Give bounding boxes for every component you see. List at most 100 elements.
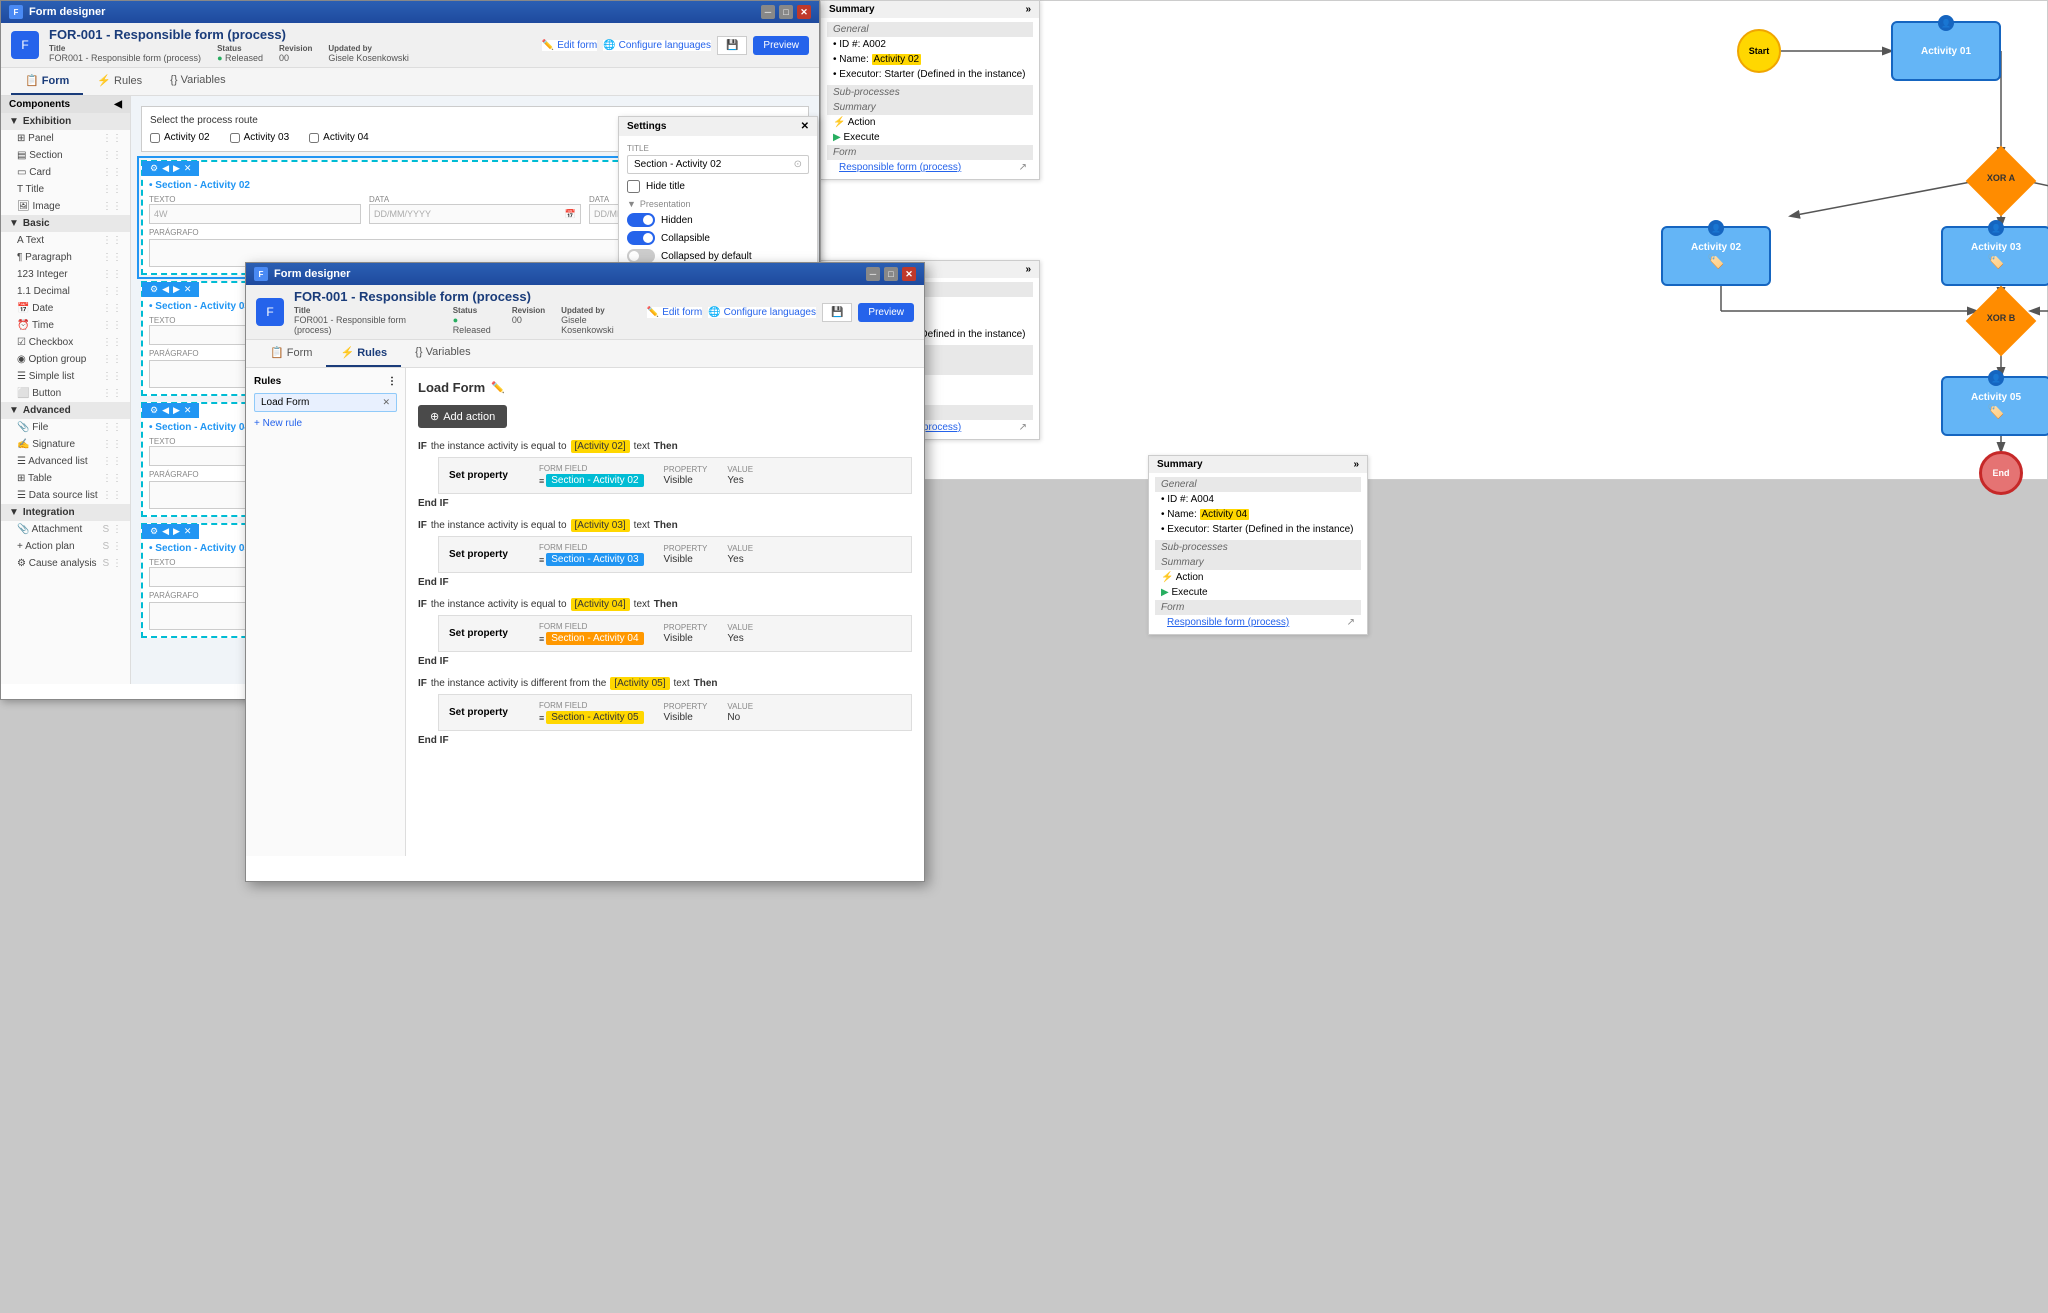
sidebar-item-cause-analysis[interactable]: ⚙ Cause analysisS ⋮ xyxy=(1,555,130,572)
rules-title-icon: F xyxy=(254,267,268,281)
sidebar-item-integer[interactable]: 123 Integer⋮⋮ xyxy=(1,266,130,283)
main-titlebar: F Form designer ─ □ ✕ xyxy=(1,1,819,23)
summary-id-a004: • ID #: A004 xyxy=(1155,492,1361,507)
sidebar-item-paragraph[interactable]: ¶ Paragraph⋮⋮ xyxy=(1,249,130,266)
maximize-button[interactable]: □ xyxy=(779,5,793,19)
summary-form-label-a004: Form xyxy=(1155,600,1361,615)
rule-block-05: IF the instance activity is different fr… xyxy=(418,677,912,746)
main-title-text: Form designer xyxy=(29,6,105,18)
preview-btn[interactable]: Preview xyxy=(753,36,809,55)
sidebar-item-button[interactable]: ⬜ Button⋮⋮ xyxy=(1,385,130,402)
rules-maximize-button[interactable]: □ xyxy=(884,267,898,281)
summary-expand-icon[interactable]: » xyxy=(1025,4,1031,15)
rules-tab-rules[interactable]: ⚡ Rules xyxy=(326,340,401,367)
settings-title-value: Section - Activity 02 xyxy=(634,159,721,170)
form-id-label: FOR-001 - Responsible form (process) xyxy=(49,27,532,42)
route-option-02[interactable]: Activity 02 xyxy=(150,132,210,143)
sidebar-item-checkbox[interactable]: ☑ Checkbox⋮⋮ xyxy=(1,334,130,351)
summary-expand-icon-a004[interactable]: » xyxy=(1353,459,1359,470)
sidebar-item-simple-list[interactable]: ☰ Simple list⋮⋮ xyxy=(1,368,130,385)
chevron-down-icon: ▼ xyxy=(9,116,19,127)
settings-hide-title[interactable]: Hide title xyxy=(627,180,809,193)
sidebar-item-attachment[interactable]: 📎 AttachmentS ⋮ xyxy=(1,521,130,538)
activity05-box[interactable]: 👤 Activity 05 🏷️ xyxy=(1941,376,2048,436)
summary-general-label: General xyxy=(827,22,1033,37)
rules-edit-form-btn[interactable]: ✏️Edit form xyxy=(647,307,702,318)
rule-block-02: IF the instance activity is equal to [Ac… xyxy=(418,440,912,509)
activity02-box[interactable]: 👤 Activity 02 🏷️ xyxy=(1661,226,1771,286)
sidebar-item-signature[interactable]: ✍ Signature⋮⋮ xyxy=(1,436,130,453)
rule-item-close-icon[interactable]: ✕ xyxy=(382,397,390,408)
hidden-toggle[interactable] xyxy=(627,213,655,227)
rules-minimize-button[interactable]: ─ xyxy=(866,267,880,281)
save-btn[interactable]: 💾 xyxy=(717,36,747,55)
rules-configure-lang-btn[interactable]: 🌐Configure languages xyxy=(708,307,816,318)
collapsible-toggle[interactable] xyxy=(627,231,655,245)
summary-id-a002: • ID #: A002 xyxy=(827,37,1033,52)
rules-tab-variables[interactable]: {} Variables xyxy=(401,340,484,367)
revision-meta: Revision00 xyxy=(279,44,312,63)
components-label: Components xyxy=(9,99,70,110)
xorb-label: XOR B xyxy=(1969,313,2033,323)
components-collapse-icon[interactable]: ◀ xyxy=(114,99,122,110)
rule-item-load-form[interactable]: Load Form ✕ xyxy=(254,393,397,412)
rules-tabs: 📋 Form ⚡ Rules {} Variables xyxy=(246,340,924,368)
sidebar-item-title[interactable]: T Title⋮⋮ xyxy=(1,181,130,198)
summary-panel-a004: Summary » General • ID #: A004 • Name: A… xyxy=(1148,455,1368,635)
xora-label: XOR A xyxy=(1969,173,2033,183)
section-integration: ▼ Integration xyxy=(1,504,130,521)
tab-form[interactable]: 📋 Form xyxy=(11,68,83,95)
main-title-icon: F xyxy=(9,5,23,19)
sidebar-item-text[interactable]: A Text⋮⋮ xyxy=(1,232,130,249)
tab-variables[interactable]: {} Variables xyxy=(156,68,239,95)
configure-lang-btn[interactable]: 🌐Configure languages xyxy=(603,40,711,51)
summary-execute-a002: ▶ Execute xyxy=(827,130,1033,145)
summary-form-value-a004: Responsible form (process) ↗ xyxy=(1155,615,1361,630)
edit-rule-icon[interactable]: ✏️ xyxy=(491,381,505,394)
route-option-03[interactable]: Activity 03 xyxy=(230,132,290,143)
collapsed-default-toggle[interactable] xyxy=(627,249,655,263)
sidebar-item-advanced-list[interactable]: ☰ Advanced list⋮⋮ xyxy=(1,453,130,470)
summary-action-a002: ⚡ Action xyxy=(827,115,1033,130)
sidebar-item-panel[interactable]: ⊞ Panel⋮⋮ xyxy=(1,130,130,147)
section-05-header: ⚙◀▶✕ xyxy=(142,524,199,539)
sidebar-item-action-plan[interactable]: + Action planS ⋮ xyxy=(1,538,130,555)
sidebar-item-date[interactable]: 📅 Date⋮⋮ xyxy=(1,300,130,317)
main-tabs: 📋 Form ⚡ Rules {} Variables xyxy=(1,68,819,96)
activity05-icon: 👤 xyxy=(1988,370,2004,386)
route-option-04[interactable]: Activity 04 xyxy=(309,132,369,143)
summary-subprocesses-a004: Sub-processes xyxy=(1155,540,1361,555)
sidebar-item-file[interactable]: 📎 File⋮⋮ xyxy=(1,419,130,436)
hide-title-checkbox[interactable] xyxy=(627,180,640,193)
rule-block-03: IF the instance activity is equal to [Ac… xyxy=(418,519,912,588)
rules-options-icon[interactable]: ⋮ xyxy=(387,376,397,387)
sidebar-item-image[interactable]: 🖼 Image⋮⋮ xyxy=(1,198,130,215)
rules-tab-form[interactable]: 📋 Form xyxy=(256,340,326,367)
activity01-box[interactable]: 👤 Activity 01 xyxy=(1891,21,2001,81)
rules-preview-btn[interactable]: Preview xyxy=(858,303,914,322)
sidebar-item-time[interactable]: ⏰ Time⋮⋮ xyxy=(1,317,130,334)
rules-save-btn[interactable]: 💾 xyxy=(822,303,852,322)
activity03-box[interactable]: 👤 Activity 03 🏷️ xyxy=(1941,226,2048,286)
updatedby-meta: Updated byGisele Kosenkowski xyxy=(328,44,409,63)
summary-summary-a004: Summary xyxy=(1155,555,1361,570)
rules-close-button[interactable]: ✕ xyxy=(902,267,916,281)
sidebar-item-option-group[interactable]: ◉ Option group⋮⋮ xyxy=(1,351,130,368)
summary-executor-a002: • Executor: Starter (Defined in the inst… xyxy=(827,67,1033,82)
sidebar-item-decimal[interactable]: 1.1 Decimal⋮⋮ xyxy=(1,283,130,300)
close-button[interactable]: ✕ xyxy=(797,5,811,19)
summary-subprocesses-a002: Sub-processes xyxy=(827,85,1033,100)
sidebar-item-data-source-list[interactable]: ☰ Data source list⋮⋮ xyxy=(1,487,130,504)
settings-close-icon[interactable]: ✕ xyxy=(801,121,809,132)
main-toolbar: F FOR-001 - Responsible form (process) T… xyxy=(1,23,819,68)
edit-form-btn[interactable]: ✏️Edit form xyxy=(542,40,597,51)
sidebar-item-section[interactable]: ▤ Section⋮⋮ xyxy=(1,147,130,164)
add-action-btn[interactable]: ⊕ Add action xyxy=(418,405,507,428)
minimize-button[interactable]: ─ xyxy=(761,5,775,19)
summary-expand-icon-a003[interactable]: » xyxy=(1025,264,1031,275)
sidebar-item-card[interactable]: ▭ Card⋮⋮ xyxy=(1,164,130,181)
new-rule-btn[interactable]: + New rule xyxy=(254,418,397,429)
rules-toolbar: F FOR-001 - Responsible form (process) T… xyxy=(246,285,924,340)
sidebar-item-table[interactable]: ⊞ Table⋮⋮ xyxy=(1,470,130,487)
tab-rules[interactable]: ⚡ Rules xyxy=(83,68,156,95)
